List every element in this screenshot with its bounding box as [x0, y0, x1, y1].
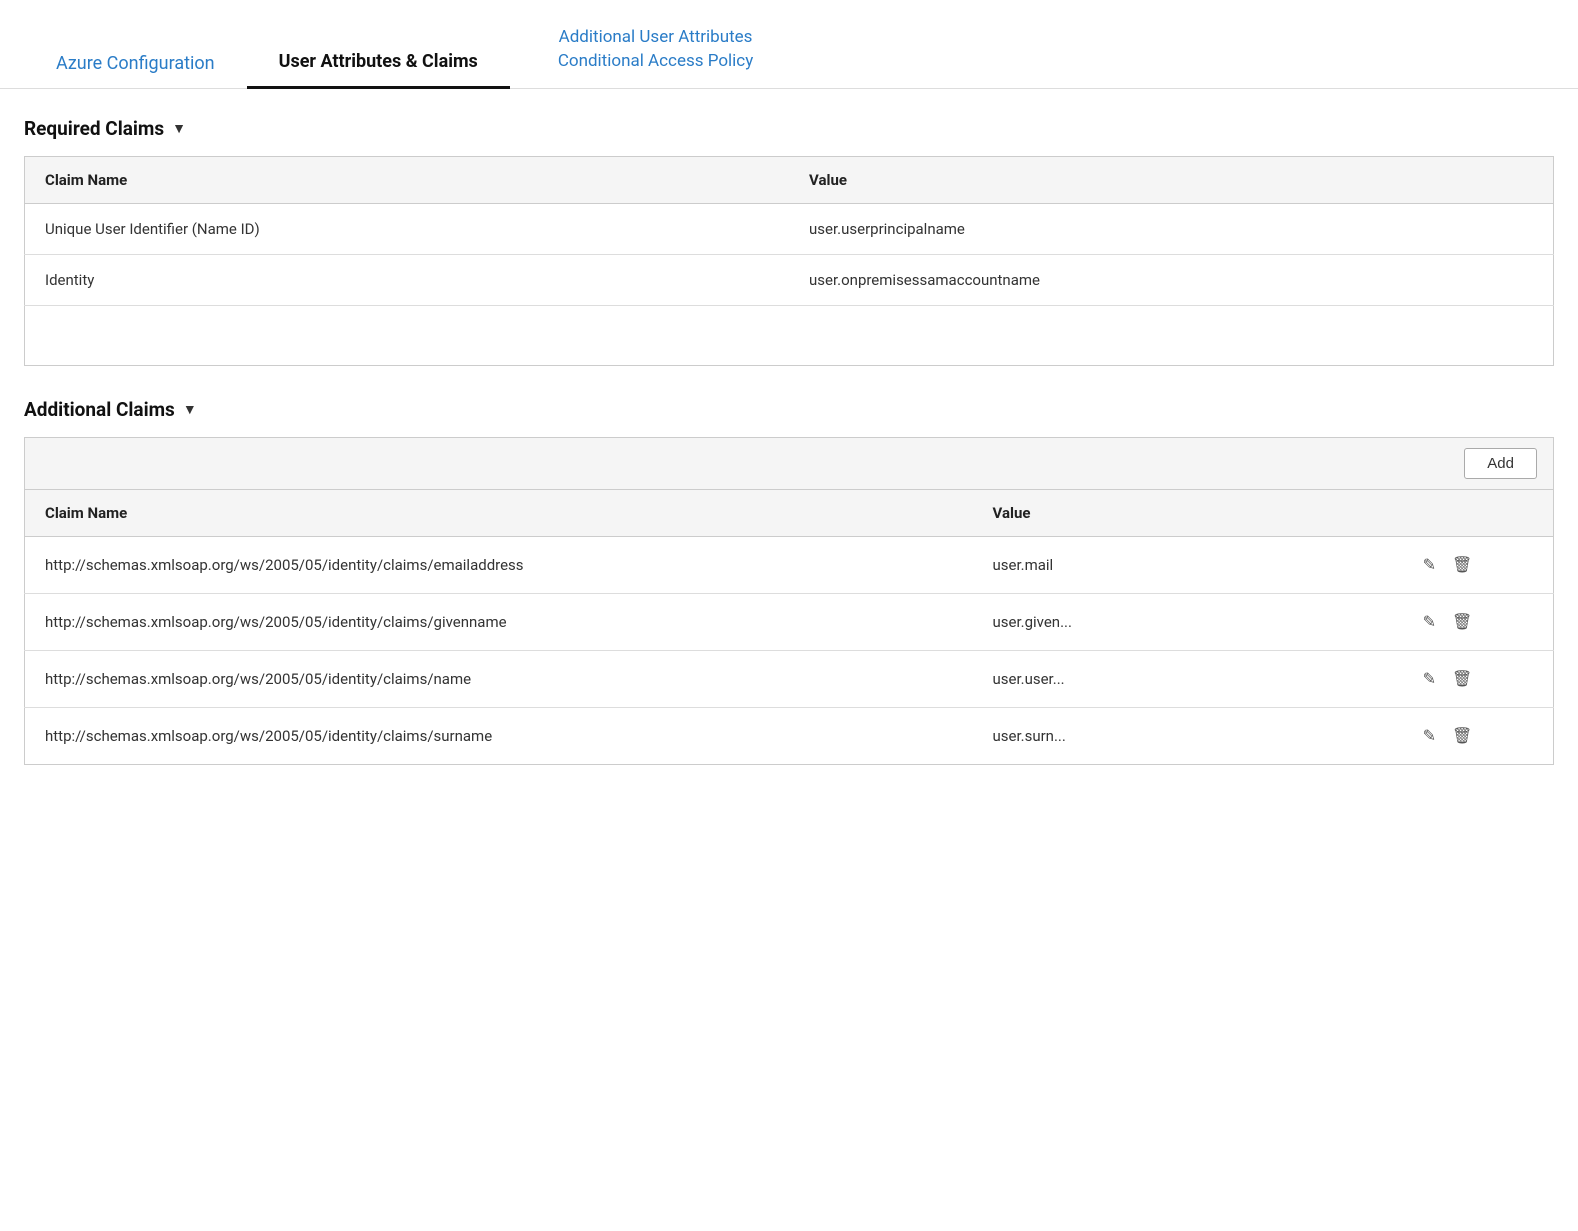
table-row-spacer: [25, 305, 1554, 365]
tab-azure-config[interactable]: Azure Configuration: [24, 41, 247, 88]
required-claims-title: Required Claims: [24, 117, 164, 140]
table-row: Identity user.onpremisessamaccountname: [25, 254, 1554, 305]
required-claim-name: Identity: [25, 254, 790, 305]
delete-claim-button[interactable]: 🗑: [1450, 553, 1474, 577]
additional-claim-name: http://schemas.xmlsoap.org/ws/2005/05/id…: [25, 650, 973, 707]
additional-claim-actions: ✎ 🗑: [1401, 593, 1554, 650]
required-claims-chevron-icon[interactable]: ▼: [172, 120, 186, 137]
required-claims-header-row: Claim Name Value: [25, 156, 1554, 203]
required-col-claim-name: Claim Name: [25, 156, 790, 203]
tab-additional-user-attr-label: Additional User Attributes: [559, 26, 753, 50]
table-row: Unique User Identifier (Name ID) user.us…: [25, 203, 1554, 254]
additional-claims-title: Additional Claims: [24, 398, 175, 421]
table-row: http://schemas.xmlsoap.org/ws/2005/05/id…: [25, 707, 1554, 764]
edit-claim-button[interactable]: ✎: [1421, 610, 1438, 634]
delete-claim-button[interactable]: 🗑: [1450, 667, 1474, 691]
required-claim-value: user.onpremisessamaccountname: [789, 254, 1554, 305]
tab-user-attributes[interactable]: User Attributes & Claims: [247, 39, 510, 89]
edit-claim-button[interactable]: ✎: [1421, 667, 1438, 691]
action-icons: ✎ 🗑: [1421, 667, 1533, 691]
additional-claim-actions: ✎ 🗑: [1401, 707, 1554, 764]
required-claim-name: Unique User Identifier (Name ID): [25, 203, 790, 254]
additional-claim-name: http://schemas.xmlsoap.org/ws/2005/05/id…: [25, 593, 973, 650]
table-row: http://schemas.xmlsoap.org/ws/2005/05/id…: [25, 650, 1554, 707]
additional-claim-name: http://schemas.xmlsoap.org/ws/2005/05/id…: [25, 707, 973, 764]
additional-claim-value: user.given...: [972, 593, 1400, 650]
required-claims-table: Claim Name Value Unique User Identifier …: [24, 156, 1554, 366]
additional-claim-value: user.user...: [972, 650, 1400, 707]
required-claim-value: user.userprincipalname: [789, 203, 1554, 254]
additional-col-claim-name: Claim Name: [25, 489, 973, 536]
additional-claim-value: user.mail: [972, 536, 1400, 593]
additional-claims-header-row: Claim Name Value: [25, 489, 1554, 536]
delete-claim-button[interactable]: 🗑: [1450, 724, 1474, 748]
table-row: http://schemas.xmlsoap.org/ws/2005/05/id…: [25, 536, 1554, 593]
additional-claims-header: Additional Claims ▼: [24, 398, 1554, 421]
additional-claim-name: http://schemas.xmlsoap.org/ws/2005/05/id…: [25, 536, 973, 593]
additional-claim-actions: ✎ 🗑: [1401, 650, 1554, 707]
action-icons: ✎ 🗑: [1421, 724, 1533, 748]
nav-tabs: Azure Configuration User Attributes & Cl…: [0, 0, 1578, 89]
additional-claim-value: user.surn...: [972, 707, 1400, 764]
additional-claims-toolbar: Add: [24, 437, 1554, 489]
additional-claims-table: Claim Name Value http://schemas.xmlsoap.…: [24, 489, 1554, 765]
required-col-value: Value: [789, 156, 1554, 203]
table-row: http://schemas.xmlsoap.org/ws/2005/05/id…: [25, 593, 1554, 650]
additional-claim-actions: ✎ 🗑: [1401, 536, 1554, 593]
edit-claim-button[interactable]: ✎: [1421, 553, 1438, 577]
action-icons: ✎ 🗑: [1421, 553, 1533, 577]
additional-col-value: Value: [972, 489, 1400, 536]
additional-col-actions: [1401, 489, 1554, 536]
required-claims-header: Required Claims ▼: [24, 117, 1554, 140]
additional-claims-chevron-icon[interactable]: ▼: [183, 401, 197, 418]
tab-additional-right[interactable]: Additional User Attributes Conditional A…: [510, 18, 785, 88]
page-content: Required Claims ▼ Claim Name Value Uniqu…: [0, 89, 1578, 821]
add-claim-button[interactable]: Add: [1464, 448, 1537, 479]
tab-conditional-access-label: Conditional Access Policy: [558, 50, 753, 74]
delete-claim-button[interactable]: 🗑: [1450, 610, 1474, 634]
edit-claim-button[interactable]: ✎: [1421, 724, 1438, 748]
action-icons: ✎ 🗑: [1421, 610, 1533, 634]
